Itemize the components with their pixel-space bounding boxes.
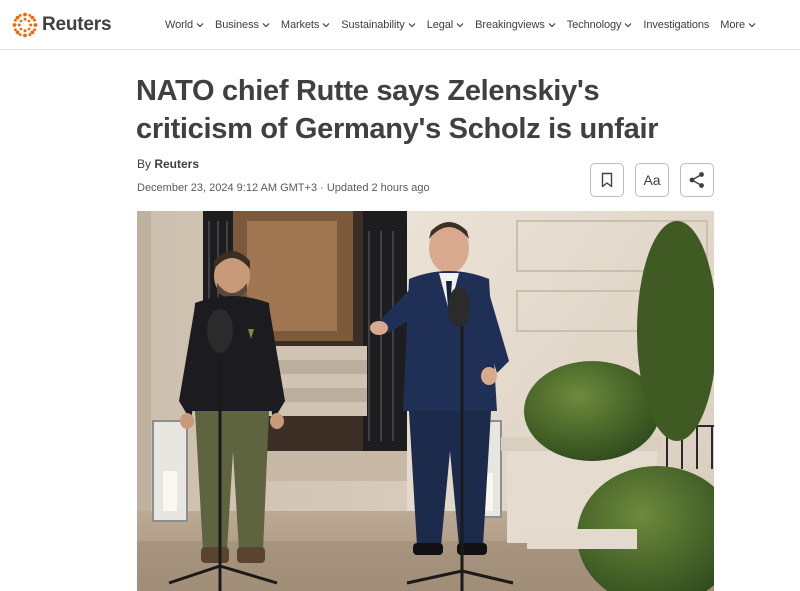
photo-illustration xyxy=(137,211,714,591)
chevron-down-icon xyxy=(408,23,416,28)
nav-item-investigations[interactable]: Investigations xyxy=(643,19,709,31)
bookmark-icon xyxy=(601,172,613,188)
article-tools: Aa xyxy=(590,163,714,197)
nav-item-label: Legal xyxy=(426,19,454,31)
chevron-down-icon xyxy=(322,23,330,28)
nav-item-more[interactable]: More xyxy=(720,19,756,31)
article-photo xyxy=(137,211,714,591)
nav-item-label: Breakingviews xyxy=(475,19,545,31)
nav-item-label: Markets xyxy=(280,19,320,31)
byline-prefix: By xyxy=(137,157,155,171)
article-headline: NATO chief Rutte says Zelenskiy's critic… xyxy=(136,72,696,148)
main-nav: World Business Markets Sustainability Le… xyxy=(165,0,767,50)
nav-item-technology[interactable]: Technology xyxy=(567,19,633,31)
nav-item-label: Technology xyxy=(566,19,622,31)
chevron-down-icon xyxy=(548,23,556,28)
logo-wordmark: Reuters xyxy=(42,14,112,35)
nav-item-sustainability[interactable]: Sustainability xyxy=(341,19,416,31)
nav-item-label: Investigations xyxy=(643,19,710,31)
headline-line-1: NATO chief Rutte says Zelenskiy's xyxy=(136,75,600,107)
nav-item-label: Business xyxy=(215,19,259,31)
reuters-logo-icon xyxy=(12,12,38,38)
byline: By Reuters xyxy=(137,157,199,171)
chevron-down-icon xyxy=(624,23,632,28)
nav-item-label: World xyxy=(165,19,194,31)
nav-item-label: Sustainability xyxy=(341,19,405,31)
nav-item-markets[interactable]: Markets xyxy=(281,19,330,31)
chevron-down-icon xyxy=(196,23,204,28)
bookmark-button[interactable] xyxy=(590,163,624,197)
text-size-label: Aa xyxy=(643,172,661,188)
publish-date: December 23, 2024 9:12 AM GMT+3 xyxy=(137,182,318,194)
headline-line-2: criticism of Germany's Scholz is unfair xyxy=(136,113,659,145)
chevron-down-icon xyxy=(748,23,756,28)
top-navigation-bar: Reuters World Business Markets Sustainab… xyxy=(0,0,800,50)
nav-item-world[interactable]: World xyxy=(165,19,204,31)
share-button[interactable] xyxy=(680,163,714,197)
text-size-button[interactable]: Aa xyxy=(635,163,669,197)
reuters-logo[interactable]: Reuters xyxy=(12,12,112,38)
share-icon xyxy=(689,172,704,188)
updated-time: Updated 2 hours ago xyxy=(326,182,430,194)
nav-item-breakingviews[interactable]: Breakingviews xyxy=(475,19,556,31)
byline-author-link[interactable]: Reuters xyxy=(154,157,199,171)
nav-item-business[interactable]: Business xyxy=(215,19,270,31)
chevron-down-icon xyxy=(456,23,464,28)
chevron-down-icon xyxy=(262,23,270,28)
dateline: December 23, 2024 9:12 AM GMT+3 · Update… xyxy=(137,182,430,194)
dateline-separator: · xyxy=(317,182,327,194)
nav-item-legal[interactable]: Legal xyxy=(427,19,464,31)
nav-item-label: More xyxy=(720,19,745,31)
